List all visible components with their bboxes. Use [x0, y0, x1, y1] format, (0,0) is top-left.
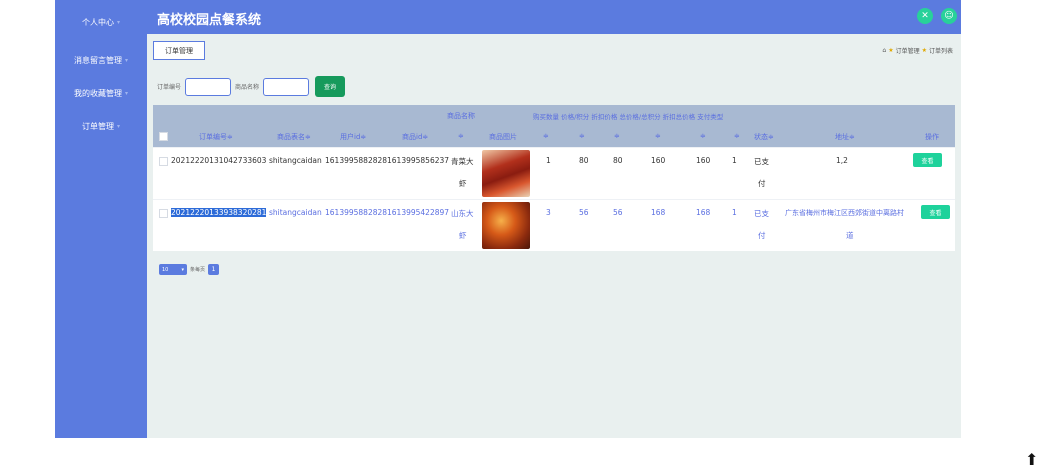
- sidebar-item-label: 订单管理: [81, 122, 114, 131]
- address-cell-line2: 道: [846, 231, 854, 240]
- table-header: 商品名称 购买数量 价格/积分 折扣价格 总价格/总积分 折扣总价格 支付类型 …: [153, 105, 955, 147]
- pagination: 10 ▾ 条每页 1: [159, 264, 220, 275]
- total-cell: 168: [651, 208, 666, 217]
- row-checkbox[interactable]: [159, 209, 168, 218]
- tab-order-management[interactable]: 订单管理: [153, 41, 205, 60]
- header-pay-type-sort[interactable]: ≑: [734, 132, 740, 140]
- view-button[interactable]: 查看: [913, 153, 942, 167]
- order-no-cell: 20212220133938320281: [171, 208, 267, 217]
- sidebar: 个人中心 ▾ 消息留言管理 ▾ 我的收藏管理 ▾ 订单管理 ▾: [55, 0, 147, 438]
- query-button[interactable]: 查询: [315, 76, 346, 97]
- breadcrumb: ⌂ ★ 订单管理 ★ 订单列表: [882, 46, 953, 55]
- table-name-cell: shitangcaidan: [269, 156, 322, 165]
- product-name-input[interactable]: [263, 77, 310, 96]
- table-row: 20212220131042733603 shitangcaidan 16139…: [153, 147, 955, 200]
- header-price-sort[interactable]: ≑: [579, 132, 585, 140]
- sidebar-item-personal-center[interactable]: 个人中心 ▾: [55, 0, 147, 44]
- breadcrumb-level1[interactable]: 订单管理: [896, 46, 920, 55]
- status-cell: 已支: [754, 209, 769, 218]
- sidebar-item-label: 消息留言管理: [73, 56, 122, 65]
- qty-cell: 3: [546, 208, 551, 217]
- header-price-group: 购买数量 价格/积分 折扣价格 总价格/总积分 折扣总价格 支付类型: [533, 113, 724, 121]
- header-image: 商品图片: [489, 133, 517, 141]
- status-cell-line2: 付: [758, 179, 766, 188]
- header-discount-total-sort[interactable]: ≑: [700, 132, 706, 140]
- per-page-label: 条每页: [190, 267, 206, 273]
- goods-id-cell: 1613995856237: [387, 156, 450, 165]
- page-size-value: 10: [162, 266, 169, 273]
- header-order-no[interactable]: 订单编号≑: [199, 132, 233, 142]
- row-checkbox[interactable]: [159, 157, 168, 166]
- product-name-label: 商品名称: [235, 84, 260, 91]
- sidebar-item-orders[interactable]: 订单管理 ▾: [55, 110, 147, 143]
- app-frame: 个人中心 ▾ 消息留言管理 ▾ 我的收藏管理 ▾ 订单管理 ▾ 高校校园点餐系统 ✕ ☺…: [55, 0, 1038, 469]
- star-icon: ★: [888, 47, 894, 54]
- star-icon: ★: [921, 47, 927, 54]
- address-cell: 1,2: [836, 156, 848, 165]
- orders-table: 商品名称 购买数量 价格/积分 折扣价格 总价格/总积分 折扣总价格 支付类型 …: [153, 105, 955, 251]
- price-cell: 56: [579, 208, 589, 217]
- total-cell: 160: [651, 156, 666, 165]
- view-button[interactable]: 查看: [921, 205, 950, 219]
- header-qty-sort[interactable]: ≑: [543, 132, 549, 140]
- header-user-id[interactable]: 用户id≑: [340, 132, 366, 142]
- back-to-top-icon[interactable]: ⬆: [1025, 450, 1038, 469]
- discount-total-cell: 168: [696, 208, 711, 217]
- food-image: [482, 150, 530, 197]
- product-name-cell-line2: 虾: [459, 179, 467, 188]
- discount-price-cell: 56: [613, 208, 623, 217]
- header-table-name[interactable]: 商品表名≑: [277, 132, 311, 142]
- product-name-cell: 青菜大: [451, 157, 474, 166]
- table-name-cell: shitangcaidan: [269, 208, 322, 217]
- user-id-cell: 1613995882828: [325, 156, 388, 165]
- header-status[interactable]: 状态≑: [754, 132, 774, 142]
- chevron-down-icon: ▾: [116, 18, 120, 26]
- pay-type-cell: 1: [732, 208, 737, 217]
- home-icon[interactable]: ⌂: [882, 47, 886, 54]
- status-cell: 已支: [754, 157, 769, 166]
- page-number[interactable]: 1: [208, 264, 220, 275]
- table-row: 20212220133938320281 shitangcaidan 16139…: [153, 199, 955, 252]
- food-image: [482, 202, 530, 249]
- app-title: 高校校园点餐系统: [157, 13, 262, 28]
- pay-type-cell: 1: [732, 156, 737, 165]
- header-action: 操作: [925, 133, 939, 141]
- user-icon[interactable]: ☺: [941, 8, 957, 24]
- sidebar-item-messages[interactable]: 消息留言管理 ▾: [55, 44, 147, 77]
- order-no-label: 订单编号: [157, 84, 182, 91]
- close-icon[interactable]: ✕: [917, 8, 933, 24]
- sidebar-item-label: 我的收藏管理: [73, 89, 122, 98]
- select-all-checkbox[interactable]: [159, 132, 168, 141]
- header-total-sort[interactable]: ≑: [655, 132, 661, 140]
- discount-price-cell: 80: [613, 156, 623, 165]
- user-id-cell: 1613995882828: [325, 208, 388, 217]
- product-name-cell: 山东大: [451, 209, 474, 218]
- chevron-down-icon: ▾: [124, 90, 128, 97]
- status-cell-line2: 付: [758, 231, 766, 240]
- price-cell: 80: [579, 156, 589, 165]
- product-name-cell-line2: 虾: [459, 231, 467, 240]
- search-bar: 订单编号 商品名称 查询: [157, 76, 346, 97]
- discount-total-cell: 160: [696, 156, 711, 165]
- chevron-down-icon: ▾: [181, 266, 184, 273]
- header-address[interactable]: 地址≑: [835, 132, 855, 142]
- page-size-select[interactable]: 10 ▾: [159, 264, 187, 275]
- breadcrumb-level2: 订单列表: [928, 48, 953, 55]
- main-content: 订单管理 ⌂ ★ 订单管理 ★ 订单列表 订单编号 商品名称 查询 商品名称 购…: [147, 34, 1038, 469]
- header-name-sort[interactable]: ≑: [458, 132, 464, 140]
- chevron-down-icon: ▾: [116, 123, 120, 130]
- goods-id-cell: 1613995422897: [387, 208, 450, 217]
- header-goods-id[interactable]: 商品id≑: [402, 132, 428, 142]
- order-no-input[interactable]: [185, 77, 232, 96]
- header-product-name: 商品名称: [447, 112, 475, 120]
- qty-cell: 1: [546, 156, 551, 165]
- sidebar-item-favorites[interactable]: 我的收藏管理 ▾: [55, 77, 147, 110]
- header-discount-sort[interactable]: ≑: [614, 132, 620, 140]
- chevron-down-icon: ▾: [124, 57, 128, 64]
- order-no-cell: 20212220131042733603: [171, 156, 267, 165]
- sidebar-item-label: 个人中心: [81, 17, 114, 27]
- top-header: 高校校园点餐系统 ✕ ☺: [147, 0, 961, 34]
- address-cell: 广东省梅州市梅江区西郊街道中离路村: [785, 209, 904, 217]
